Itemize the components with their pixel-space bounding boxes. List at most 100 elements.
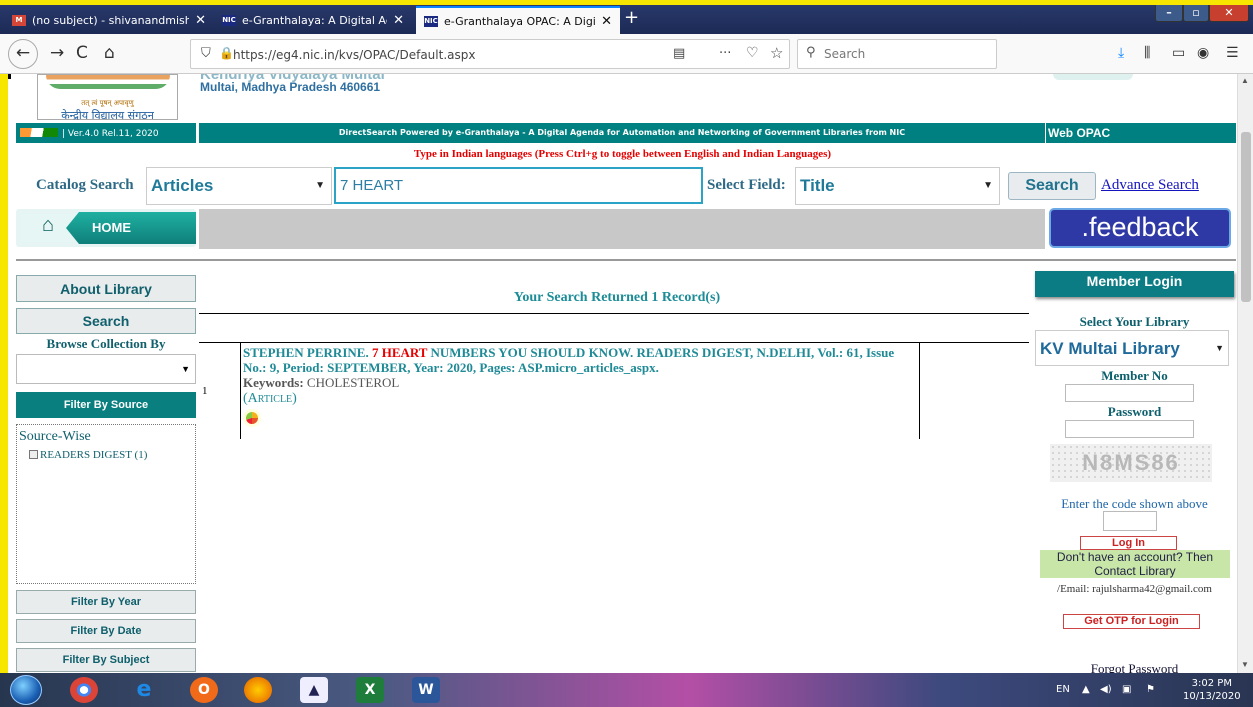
chrome-icon[interactable] — [70, 677, 98, 703]
forward-icon[interactable]: → — [50, 43, 64, 63]
about-library-button[interactable]: About Library — [16, 275, 196, 302]
page-marker — [8, 74, 11, 79]
password-label: Password — [1107, 404, 1162, 419]
firefox-icon[interactable] — [244, 677, 272, 703]
language-indicator[interactable]: EN — [1056, 684, 1070, 695]
url-bar[interactable]: ⛉ 🔒 https://eg4.nic.in/kvs/OPAC/Default.… — [190, 39, 790, 69]
shield-icon[interactable]: ⛉ — [201, 46, 211, 61]
pocket-icon[interactable]: ♡ — [746, 45, 759, 61]
filter-by-year-button[interactable]: Filter By Year — [16, 590, 196, 614]
tab-gmail[interactable]: M (no subject) - shivanandmishra ✕ — [4, 6, 214, 34]
back-icon[interactable]: ← — [8, 39, 38, 69]
divider — [199, 313, 1029, 314]
reader-view-icon[interactable]: ▤ — [673, 46, 685, 61]
clock[interactable]: 3:02 PM 10/13/2020 — [1183, 677, 1241, 703]
page-content: तत् त्वं पूषन् अपावृणु केन्द्रीय विद्याल… — [8, 74, 1237, 673]
header-decoration — [1053, 74, 1133, 80]
result-citation[interactable]: STEPHEN PERRINE. 7 HEART NUMBERS YOU SHO… — [243, 345, 919, 375]
powered-by-bar: DirectSearch Powered by e-Granthalaya - … — [199, 123, 1045, 143]
volume-icon[interactable]: ◀) — [1100, 684, 1112, 695]
get-otp-button[interactable]: Get OTP for Login — [1063, 614, 1200, 629]
nic-app-icon[interactable]: ▲ — [300, 677, 328, 703]
scrollbar-thumb[interactable] — [1241, 132, 1251, 302]
account-icon[interactable]: ◉ — [1197, 45, 1209, 61]
tray-expand-icon[interactable]: ▲ — [1082, 684, 1090, 695]
library-select[interactable]: KV Multai Library ▼ — [1035, 330, 1229, 366]
close-icon[interactable]: ✕ — [601, 14, 612, 29]
bookmark-star-icon[interactable]: ☆ — [770, 44, 783, 62]
tab-granthalaya[interactable]: NIC e-Granthalaya: A Digital Agend ✕ — [214, 6, 412, 34]
login-button[interactable]: Log In — [1080, 536, 1177, 550]
new-tab-icon[interactable]: + — [624, 7, 639, 28]
browser-toolbar: ← → C ⌂ ⛉ 🔒 https://eg4.nic.in/kvs/OPAC/… — [0, 34, 1253, 74]
flag-tray-icon[interactable]: ⚑ — [1146, 684, 1155, 695]
captcha-prompt: Enter the code shown above — [1061, 496, 1208, 511]
emblem-icon — [46, 75, 170, 89]
word-icon[interactable]: W — [412, 677, 440, 703]
filter-by-subject-button[interactable]: Filter By Subject — [16, 648, 196, 672]
scroll-up-icon[interactable]: ▲ — [1241, 76, 1249, 85]
search-button[interactable]: Search — [1008, 172, 1096, 200]
web-opac-label: Web OPAC — [1046, 123, 1236, 143]
browse-collection-label: Browse Collection By — [46, 336, 166, 351]
maximize-button[interactable]: ▫ — [1183, 3, 1209, 22]
lock-icon: 🔒 — [219, 46, 234, 60]
window-border — [0, 0, 1253, 5]
chevron-down-icon: ▼ — [983, 180, 993, 191]
taskbar: e O ▲ X W EN ▲ ◀) ▣ ⚑ 3:02 PM 10/13/2020 — [0, 673, 1253, 707]
browse-collection-select[interactable]: ▼ — [16, 354, 196, 384]
checkbox[interactable] — [29, 450, 38, 459]
results-summary: Your Search Returned 1 Record(s) — [513, 290, 721, 305]
menu-icon[interactable]: ☰ — [1226, 45, 1239, 61]
browser-search-input[interactable]: ⚲ Search — [797, 39, 997, 69]
kvs-logo: तत् त्वं पूषन् अपावृणु केन्द्रीय विद्याल… — [37, 74, 178, 122]
account-note: Don't have an account? Then Contact Libr… — [1040, 550, 1230, 578]
home-icon[interactable]: ⌂ — [104, 43, 115, 63]
captcha-image: N8MS86 — [1050, 444, 1212, 482]
sidebar-icon[interactable]: ▭ — [1172, 45, 1185, 61]
home-button[interactable]: ⌂ HOME — [16, 209, 196, 247]
member-login-header: Member Login — [1035, 271, 1234, 297]
forgot-password-link[interactable]: Forgot Password — [1035, 661, 1234, 673]
article-icon[interactable] — [243, 409, 261, 427]
nic-icon: NIC — [424, 15, 438, 27]
page-scrollbar[interactable]: ▲ ▼ — [1237, 74, 1253, 673]
search-nav-button[interactable]: Search — [16, 308, 196, 334]
filter-by-source-header[interactable]: Filter By Source — [16, 392, 196, 418]
catalog-select[interactable]: Articles ▼ — [146, 167, 332, 205]
close-window-button[interactable]: ✕ — [1209, 3, 1249, 22]
chevron-down-icon: ▼ — [315, 180, 325, 191]
close-icon[interactable]: ✕ — [195, 13, 206, 28]
feedback-button[interactable]: .feedback — [1049, 208, 1231, 248]
minimize-button[interactable]: – — [1155, 3, 1183, 22]
excel-icon[interactable]: X — [356, 677, 384, 703]
advance-search-link[interactable]: Advance Search — [1101, 177, 1199, 194]
page-actions-icon[interactable]: ··· — [719, 46, 731, 61]
ie-icon[interactable]: e — [130, 677, 158, 703]
select-field-label: Select Field: — [707, 177, 786, 193]
gmail-icon: M — [12, 14, 26, 26]
tab-opac[interactable]: NIC e-Granthalaya OPAC: A Digital ✕ — [416, 6, 620, 34]
download-icon[interactable]: ⤓ — [1118, 45, 1124, 61]
filter-by-date-button[interactable]: Filter By Date — [16, 619, 196, 643]
field-select[interactable]: Title ▼ — [795, 167, 1000, 205]
select-library-label: Select Your Library — [1079, 314, 1190, 329]
result-keywords: Keywords: CHOLESTEROL — [243, 375, 400, 390]
close-icon[interactable]: ✕ — [393, 13, 404, 28]
captcha-input[interactable] — [1103, 511, 1157, 531]
chevron-down-icon: ▼ — [181, 364, 190, 374]
network-icon[interactable]: ▣ — [1122, 684, 1131, 695]
nav-spacer — [199, 209, 1045, 249]
source-filter-item[interactable]: READERS DIGEST (1) — [29, 449, 147, 461]
opera-icon[interactable]: O — [190, 677, 218, 703]
browser-tab-strip: M (no subject) - shivanandmishra ✕ NIC e… — [0, 0, 1253, 34]
org-address: Multai, Madhya Pradesh 460661 — [200, 80, 381, 94]
password-input[interactable] — [1065, 420, 1194, 438]
result-row: STEPHEN PERRINE. 7 HEART NUMBERS YOU SHO… — [240, 343, 920, 439]
search-input[interactable]: 7 HEART — [334, 167, 703, 204]
start-button[interactable] — [10, 675, 42, 705]
scroll-down-icon[interactable]: ▼ — [1241, 660, 1249, 669]
library-icon[interactable]: ⫼ — [1144, 45, 1150, 61]
reload-icon[interactable]: C — [76, 43, 88, 63]
member-no-input[interactable] — [1065, 384, 1194, 402]
